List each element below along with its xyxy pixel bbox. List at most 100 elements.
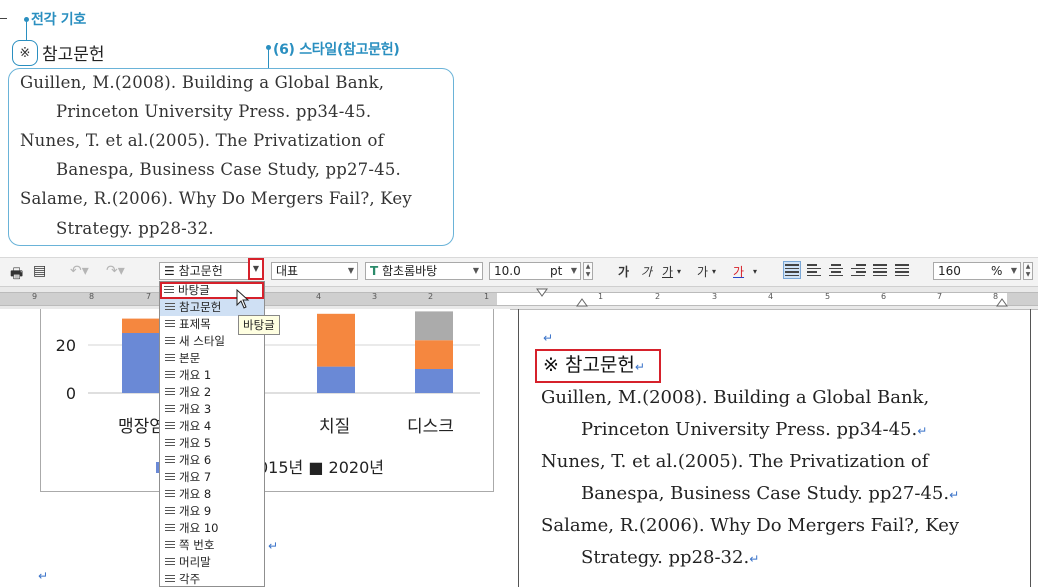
style-menu-item-label: 바탕글 bbox=[178, 283, 210, 297]
style-menu-item-label: 개요 5 bbox=[179, 436, 212, 450]
split-align-button[interactable] bbox=[894, 262, 910, 278]
y-tick-label: 0 bbox=[66, 384, 76, 403]
style-menu-item-label: 머리말 bbox=[179, 555, 211, 569]
style-menu-item[interactable]: 개요 8 bbox=[160, 486, 264, 503]
ruler-label: 1 bbox=[484, 292, 490, 301]
first-line-indent-marker[interactable] bbox=[536, 288, 548, 308]
style-menu-item[interactable]: 새 스타일 bbox=[160, 333, 264, 350]
style-menu-item-label: 표제목 bbox=[179, 317, 211, 331]
symbol-box: ※ bbox=[12, 40, 38, 66]
undo-icon[interactable]: ↶▾ bbox=[70, 263, 89, 279]
x-category-label: 디스크 bbox=[407, 417, 454, 437]
style-menu-item[interactable]: 개요 7 bbox=[160, 469, 264, 486]
reference-title-preview: 참고문헌 bbox=[42, 45, 105, 65]
style-menu-item-label: 쪽 번호 bbox=[179, 538, 215, 552]
style-menu-item[interactable]: 개요 9 bbox=[160, 503, 264, 520]
style-menu-item[interactable]: 개요 3 bbox=[160, 401, 264, 418]
chevron-down-icon[interactable]: ▾ bbox=[712, 267, 716, 276]
font-size-spinner[interactable]: ▲ ▼ bbox=[583, 262, 593, 280]
print-icon[interactable]: 🖶 bbox=[10, 263, 23, 287]
reference-line[interactable]: Banespa, Business Case Study. pp27-45.↵ bbox=[581, 483, 959, 504]
left-align-button[interactable] bbox=[806, 262, 822, 278]
paragraph-style-icon bbox=[165, 303, 175, 312]
distribute-align-button[interactable] bbox=[872, 262, 888, 278]
ruler-label: 6 bbox=[881, 292, 887, 301]
underline-button[interactable]: 가 bbox=[662, 263, 673, 280]
style-menu-item[interactable]: 개요 6 bbox=[160, 452, 264, 469]
paragraph-style-icon bbox=[164, 286, 174, 295]
language-combo-value: 대표 bbox=[276, 264, 299, 278]
style-menu-item-label: 개요 4 bbox=[179, 419, 212, 433]
paragraph-style-icon bbox=[165, 575, 175, 584]
style-menu-item[interactable]: 개요 4 bbox=[160, 418, 264, 435]
ruler-label: 7 bbox=[937, 292, 943, 301]
style-tooltip: 바탕글 bbox=[238, 315, 280, 335]
chevron-down-icon[interactable]: ▾ bbox=[677, 267, 681, 276]
ruler-label: 2 bbox=[655, 292, 661, 301]
paragraph-mark: ↵ bbox=[543, 331, 554, 345]
ruler-label: 9 bbox=[32, 292, 38, 301]
bar-segment bbox=[415, 340, 453, 369]
reference-line[interactable]: Princeton University Press. pp34-45.↵ bbox=[581, 419, 927, 440]
font-size-input[interactable]: 10.0 pt ▼ bbox=[489, 262, 581, 280]
paragraph-style-icon bbox=[165, 405, 175, 414]
redo-icon[interactable]: ↷▾ bbox=[106, 263, 125, 279]
style-combo[interactable]: ☰ 참고문헌 bbox=[159, 262, 249, 280]
chevron-down-icon: ▼ bbox=[1010, 266, 1017, 275]
font-color-button[interactable]: 가 bbox=[733, 263, 744, 280]
paragraph-style-icon bbox=[165, 456, 175, 465]
bold-button[interactable]: 가 bbox=[618, 263, 629, 280]
chevron-down-icon[interactable]: ▾ bbox=[753, 267, 757, 276]
callout-line-style bbox=[268, 48, 269, 68]
bar-segment bbox=[122, 318, 160, 333]
zoom-combo[interactable]: 160 % ▼ bbox=[933, 262, 1021, 280]
style-menu-item[interactable]: 개요 1 bbox=[160, 367, 264, 384]
reference-line[interactable]: Salame, R.(2006). Why Do Mergers Fail?, … bbox=[541, 515, 959, 536]
style-dropdown-button[interactable]: ▼ bbox=[248, 258, 264, 280]
page-layout-icon[interactable]: ▤ bbox=[33, 263, 46, 279]
style-combo-value: 참고문헌 bbox=[178, 264, 223, 278]
right-indent-marker[interactable] bbox=[996, 298, 1008, 308]
style-menu-item[interactable]: 본문 bbox=[160, 350, 264, 367]
font-size-value: 10.0 bbox=[494, 264, 521, 278]
style-menu-item-label: 개요 10 bbox=[179, 521, 219, 535]
x-category-label: 맹장염 bbox=[118, 417, 165, 437]
style-menu-item-label: 개요 8 bbox=[179, 487, 212, 501]
style-menu-item-label: 개요 3 bbox=[179, 402, 212, 416]
center-align-button[interactable] bbox=[828, 262, 844, 278]
mouse-cursor-icon bbox=[236, 289, 250, 309]
style-menu-item[interactable]: 개요 5 bbox=[160, 435, 264, 452]
style-menu-item[interactable]: 머리말 bbox=[160, 554, 264, 571]
paragraph-style-icon bbox=[165, 524, 175, 533]
bar-segment bbox=[317, 313, 355, 367]
paragraph-style-icon bbox=[165, 337, 175, 346]
preview-line: Salame, R.(2006). Why Do Mergers Fail?, … bbox=[20, 189, 412, 208]
style-menu-item[interactable]: 개요 10 bbox=[160, 520, 264, 537]
reference-line[interactable]: Nunes, T. et al.(2005). The Privatizatio… bbox=[541, 451, 928, 472]
font-combo[interactable]: T 함초롬바탕 ▼ bbox=[365, 262, 483, 280]
bar-segment bbox=[415, 369, 453, 393]
left-indent-marker[interactable] bbox=[576, 298, 588, 308]
italic-button[interactable]: 가 bbox=[641, 263, 652, 280]
strike-button[interactable]: 가 bbox=[697, 263, 708, 280]
reference-line[interactable]: Guillen, M.(2008). Building a Global Ban… bbox=[541, 387, 929, 408]
bar-segment bbox=[415, 311, 453, 341]
zoom-spinner[interactable]: ▲ ▼ bbox=[1023, 262, 1033, 280]
paragraph-style-icon bbox=[165, 490, 175, 499]
language-combo[interactable]: 대표 ▼ bbox=[271, 262, 358, 280]
zoom-value: 160 bbox=[938, 264, 961, 278]
justify-align-button[interactable] bbox=[783, 261, 801, 279]
formatting-toolbar: 🖶 ▤ ↶▾ ↷▾ ☰ 참고문헌 대표 ▼ T 함초롬바탕 ▼ 10.0 pt … bbox=[0, 257, 1038, 286]
style-menu-item[interactable]: 각주 bbox=[160, 571, 264, 586]
stacked-bar-chart[interactable]: 0 20 맹장염 치질 디스크 015년 ■ 2020년 bbox=[40, 309, 494, 492]
ruler-label: 2 bbox=[428, 292, 434, 301]
style-menu-item[interactable]: 쪽 번호 bbox=[160, 537, 264, 554]
ruler-label: 5 bbox=[825, 292, 831, 301]
horizontal-ruler[interactable]: 9 8 7 6 5 4 3 2 1 1 2 3 4 5 6 7 8 bbox=[0, 286, 1038, 310]
right-align-button[interactable] bbox=[850, 262, 866, 278]
preview-line: Nunes, T. et al.(2005). The Privatizatio… bbox=[20, 131, 384, 150]
style-menu-item[interactable]: 개요 2 bbox=[160, 384, 264, 401]
font-combo-value: 함초롬바탕 bbox=[382, 264, 438, 278]
reference-heading[interactable]: ※ 참고문헌↵ bbox=[535, 349, 661, 383]
reference-line[interactable]: Strategy. pp28-32.↵ bbox=[581, 547, 759, 568]
